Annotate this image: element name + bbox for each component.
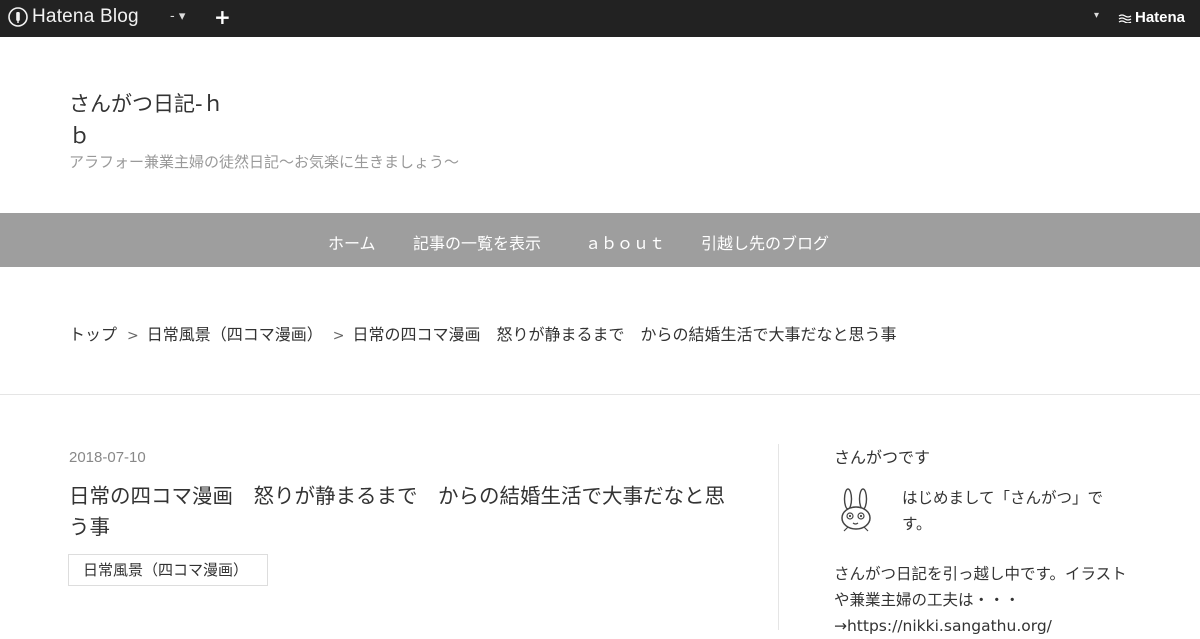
breadcrumb-category[interactable]: 日常風景（四コマ漫画） [147, 325, 323, 344]
blog-description: アラフォー兼業主婦の徒然日記〜お気楽に生きましょう〜 [69, 153, 460, 171]
breadcrumb-separator: > [332, 328, 345, 344]
hatena-wave-icon [1118, 13, 1132, 23]
entry-date[interactable]: 2018-07-10 [69, 449, 146, 466]
sidebar-divider [778, 444, 779, 630]
profile-title: さんがつです [834, 448, 931, 467]
breadcrumb-separator: > [127, 328, 139, 344]
profile-description: さんがつ日記を引っ越し中です。イラストや兼業主婦の工夫は・・・ [834, 565, 1127, 609]
hatena-blog-logo[interactable]: Hatena Blog [8, 6, 139, 28]
hatena-menu-button[interactable]: Hatena [1118, 9, 1185, 26]
user-menu-dropdown[interactable]: - ▾ [170, 9, 185, 24]
category-tag[interactable]: 日常風景（四コマ漫画） [68, 554, 268, 586]
entry-title[interactable]: 日常の四コマ漫画 怒りが静まるまで からの結婚生活で大事だなと思う事 [69, 481, 729, 543]
nav-item-archive[interactable]: 記事の一覧を表示 [413, 230, 541, 254]
profile-body: さんがつ日記を引っ越し中です。イラストや兼業主婦の工夫は・・・ →https:/… [834, 561, 1130, 639]
blog-title[interactable]: さんがつ日記-ｈｂ [69, 88, 239, 152]
section-divider [0, 394, 1200, 395]
profile-intro: はじめまして「さんがつ」です。 [902, 489, 1104, 533]
rabbit-avatar-icon[interactable] [836, 487, 876, 533]
nav-item-about[interactable]: ａｂｏｕｔ [585, 230, 665, 254]
global-nav: ホーム 記事の一覧を表示 ａｂｏｕｔ 引越し先のブログ [0, 213, 1200, 267]
nav-item-home[interactable]: ホーム [328, 230, 376, 254]
breadcrumb-current[interactable]: 日常の四コマ漫画 怒りが静まるまで からの結婚生活で大事だなと思う事 [353, 325, 897, 344]
breadcrumb-top[interactable]: トップ [69, 325, 117, 344]
chevron-down-icon[interactable]: ▾ [1094, 10, 1099, 21]
hatena-top-bar: Hatena Blog - ▾ + ▾ Hatena [0, 0, 1200, 37]
hatena-blog-pen-icon [8, 7, 28, 27]
breadcrumb: トップ > 日常風景（四コマ漫画） > 日常の四コマ漫画 怒りが静まるまで からの結婚生… [69, 321, 897, 345]
new-blog-link[interactable]: →https://nikki.sangathu.org/ [834, 613, 1130, 639]
hatena-label: Hatena [1135, 9, 1186, 26]
nav-item-new-blog[interactable]: 引越し先のブログ [701, 230, 829, 254]
hatena-blog-brand-text: Hatena Blog [32, 6, 139, 27]
add-plus-button[interactable]: + [214, 5, 231, 29]
